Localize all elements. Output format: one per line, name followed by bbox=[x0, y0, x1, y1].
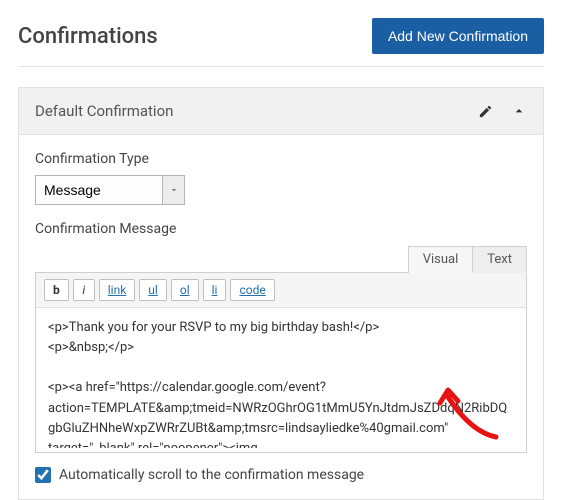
panel-title: Default Confirmation bbox=[35, 102, 173, 120]
confirmation-message-textarea[interactable] bbox=[36, 308, 526, 448]
tab-visual[interactable]: Visual bbox=[408, 246, 474, 273]
panel-body: Confirmation Type Message Confirmation M… bbox=[19, 135, 543, 499]
tool-italic[interactable]: i bbox=[73, 279, 95, 301]
tool-code[interactable]: code bbox=[230, 279, 274, 301]
auto-scroll-row[interactable]: Automatically scroll to the confirmation… bbox=[35, 467, 527, 483]
auto-scroll-label: Automatically scroll to the confirmation… bbox=[59, 467, 364, 483]
confirmation-panel: Default Confirmation Confirmation Type M… bbox=[18, 87, 544, 500]
tool-bold[interactable]: b bbox=[44, 279, 69, 301]
tool-ul[interactable]: ul bbox=[139, 279, 167, 301]
panel-actions bbox=[478, 103, 527, 119]
tab-text[interactable]: Text bbox=[472, 246, 527, 273]
tool-link[interactable]: link bbox=[99, 279, 136, 301]
page-title: Confirmations bbox=[18, 24, 158, 49]
edit-icon[interactable] bbox=[478, 104, 493, 119]
page-header: Confirmations Add New Confirmation bbox=[18, 18, 544, 67]
confirmation-type-select[interactable]: Message bbox=[35, 175, 185, 205]
tool-ol[interactable]: ol bbox=[171, 279, 199, 301]
confirmation-type-select-wrap: Message bbox=[35, 175, 185, 205]
editor-toolbar: b i link ul ol li code bbox=[36, 273, 526, 308]
confirmation-message-label: Confirmation Message bbox=[35, 221, 527, 237]
confirmation-type-label: Confirmation Type bbox=[35, 151, 527, 167]
tool-li[interactable]: li bbox=[203, 279, 227, 301]
editor-tabs: Visual Text bbox=[35, 245, 527, 272]
auto-scroll-checkbox[interactable] bbox=[35, 467, 51, 483]
textarea-wrap bbox=[36, 308, 526, 452]
add-confirmation-button[interactable]: Add New Confirmation bbox=[372, 18, 544, 54]
panel-header: Default Confirmation bbox=[19, 88, 543, 135]
editor-box: b i link ul ol li code bbox=[35, 272, 527, 453]
chevron-up-icon[interactable] bbox=[511, 103, 527, 119]
